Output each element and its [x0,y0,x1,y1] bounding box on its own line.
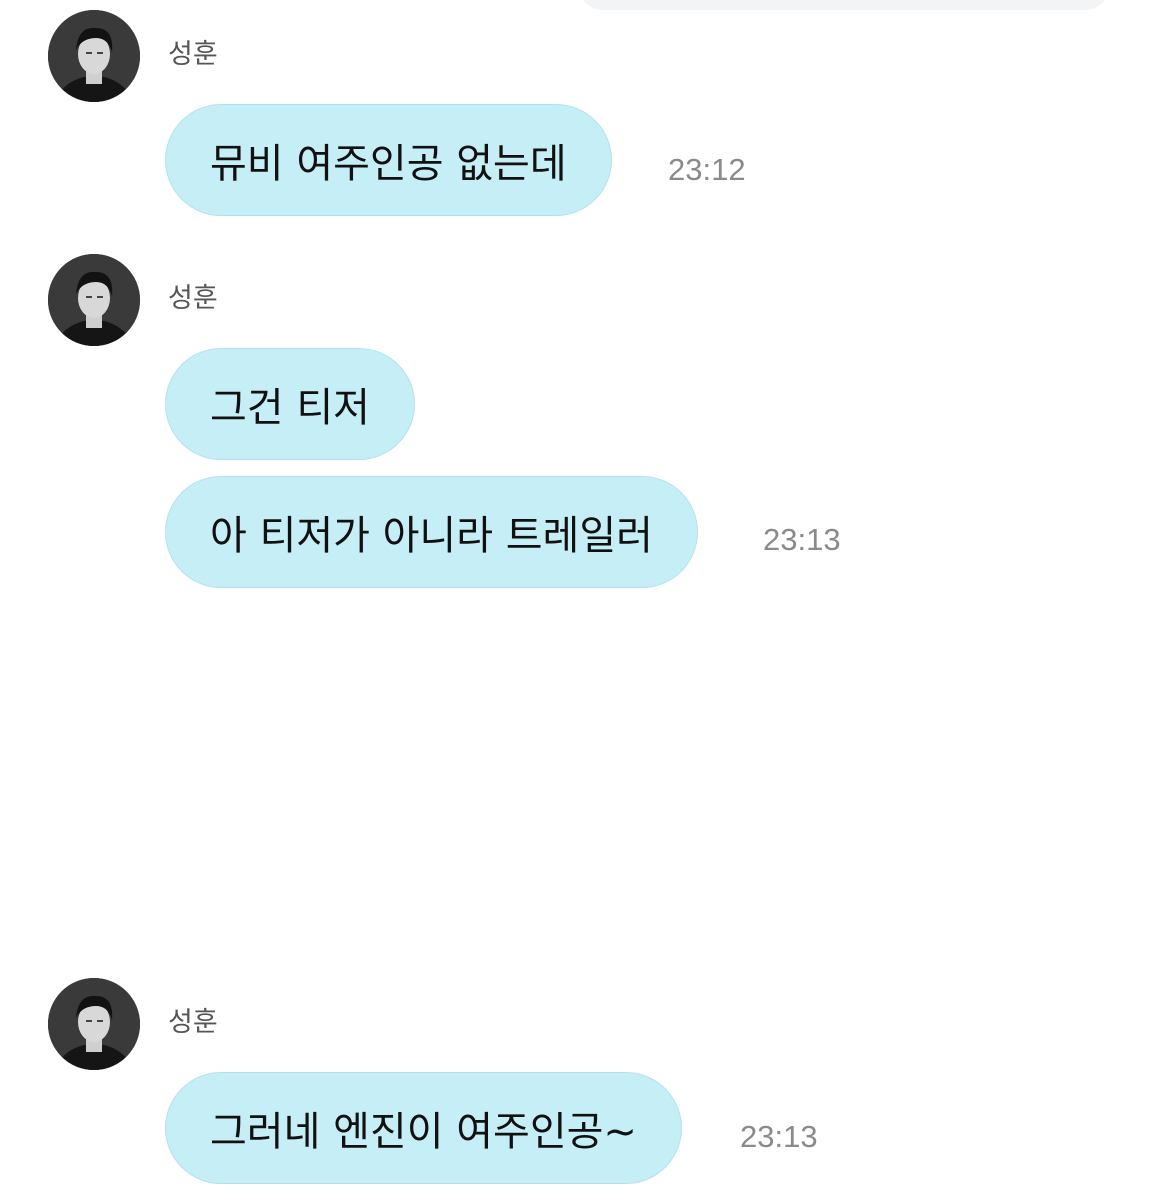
profile-photo-icon [48,10,140,102]
profile-photo-icon [48,254,140,346]
message-bubble[interactable]: 그건 티저 [165,348,415,460]
avatar[interactable] [48,254,140,346]
profile-photo-icon [48,978,140,1070]
message-bubble[interactable]: 아 티저가 아니라 트레일러 [165,476,698,588]
message-timestamp: 23:12 [668,152,746,187]
sender-name: 성훈 [168,39,218,70]
previous-message-bubble [578,0,1110,10]
message-timestamp: 23:13 [740,1119,818,1154]
sender-name: 성훈 [168,283,218,314]
avatar[interactable] [48,978,140,1070]
message-bubble[interactable]: 그러네 엔진이 여주인공~ [165,1072,682,1184]
avatar[interactable] [48,10,140,102]
message-bubble[interactable]: 뮤비 여주인공 없는데 [165,104,612,216]
message-timestamp: 23:13 [763,522,841,557]
sender-name: 성훈 [168,1007,218,1038]
